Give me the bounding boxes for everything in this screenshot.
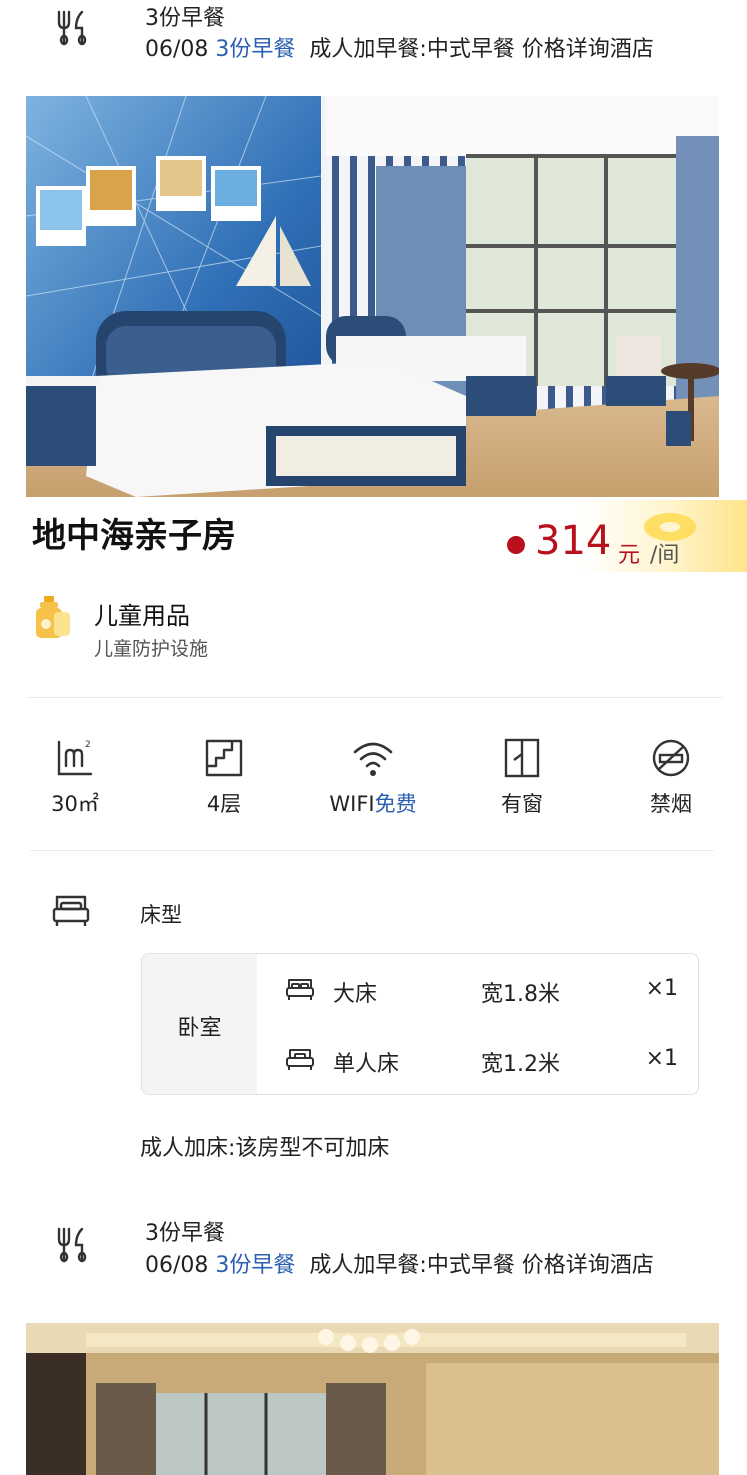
extra-bed-policy: 成人加床:该房型不可加床 xyxy=(140,1136,390,1161)
bed-table: 卧室 大床 宽1.8米 ×1 单人床 宽1.2米 ×1 xyxy=(141,953,699,1095)
wifi-icon xyxy=(353,742,393,776)
room-photo-illustration xyxy=(26,96,719,497)
bed-room-cell: 卧室 xyxy=(142,954,257,1094)
bed-count: ×1 xyxy=(645,976,678,1001)
double-bed-icon xyxy=(286,979,314,1000)
area-icon: 2 xyxy=(57,740,93,776)
facility-no-smoking-label: 禁烟 xyxy=(650,792,692,816)
bed-name: 大床 xyxy=(333,982,378,1007)
bed-width: 宽1.8米 xyxy=(481,982,560,1007)
no-smoking-icon xyxy=(652,739,690,777)
breakfast-detail: 06/08 3份早餐 成人加早餐:中式早餐 价格详询酒店 xyxy=(145,31,654,63)
breakfast-detail: 06/08 3份早餐 成人加早餐:中式早餐 价格详询酒店 xyxy=(145,1247,654,1279)
cutlery-icon xyxy=(57,10,87,46)
breakfast-title: 3份早餐 xyxy=(145,6,225,31)
price-per: /间 xyxy=(650,543,680,568)
facility-area-label: 30㎡ xyxy=(51,792,99,816)
single-bed-icon xyxy=(286,1049,314,1070)
bed-row: 单人床 宽1.2米 ×1 xyxy=(257,1024,698,1094)
breakfast-date: 06/08 xyxy=(145,1253,209,1278)
facility-no-smoking: 禁烟 xyxy=(611,736,731,818)
bed-count: ×1 xyxy=(645,1046,678,1071)
floor-icon xyxy=(205,739,243,777)
breakfast-desc: 成人加早餐:中式早餐 价格详询酒店 xyxy=(309,37,654,62)
price-dot xyxy=(507,536,525,554)
kids-supplies-icon xyxy=(36,596,70,638)
facility-wifi-label: WIFI免费 xyxy=(313,788,433,818)
window-icon xyxy=(504,738,540,778)
facility-window-label: 有窗 xyxy=(501,792,543,816)
bed-type-label: 床型 xyxy=(140,903,182,927)
bed-width: 宽1.2米 xyxy=(481,1052,560,1077)
facility-area: 2 30㎡ xyxy=(15,736,135,818)
svg-text:2: 2 xyxy=(85,740,91,750)
facility-floor-label: 4层 xyxy=(206,792,242,816)
kids-supplies-title: 儿童用品 xyxy=(94,602,190,630)
divider xyxy=(30,850,714,851)
breakfast-date: 06/08 xyxy=(145,37,209,62)
room-price: 314 xyxy=(535,518,612,564)
breakfast-count: 3份早餐 xyxy=(215,37,296,62)
kids-supplies-subtitle: 儿童防护设施 xyxy=(94,638,209,660)
facility-window: 有窗 xyxy=(462,736,582,818)
breakfast-title: 3份早餐 xyxy=(145,1221,225,1246)
bed-icon xyxy=(52,895,90,926)
price-unit: 元 xyxy=(618,543,641,568)
divider xyxy=(26,697,723,698)
room-photo[interactable] xyxy=(26,96,719,497)
wifi-free-text: 免费 xyxy=(374,792,417,816)
wifi-text: WIFI xyxy=(329,792,375,816)
bed-row: 大床 宽1.8米 ×1 xyxy=(257,954,698,1024)
room-title: 地中海亲子房 xyxy=(32,516,236,556)
bed-room-name: 卧室 xyxy=(177,1016,222,1041)
facility-wifi: WIFI免费 xyxy=(313,736,433,818)
room-photo[interactable] xyxy=(26,1323,719,1475)
facility-floor: 4层 xyxy=(164,736,284,818)
cutlery-icon xyxy=(57,1227,87,1263)
bed-name: 单人床 xyxy=(333,1052,400,1077)
breakfast-count: 3份早餐 xyxy=(215,1253,296,1278)
room-photo-illustration xyxy=(26,1323,719,1475)
breakfast-desc: 成人加早餐:中式早餐 价格详询酒店 xyxy=(309,1253,654,1278)
